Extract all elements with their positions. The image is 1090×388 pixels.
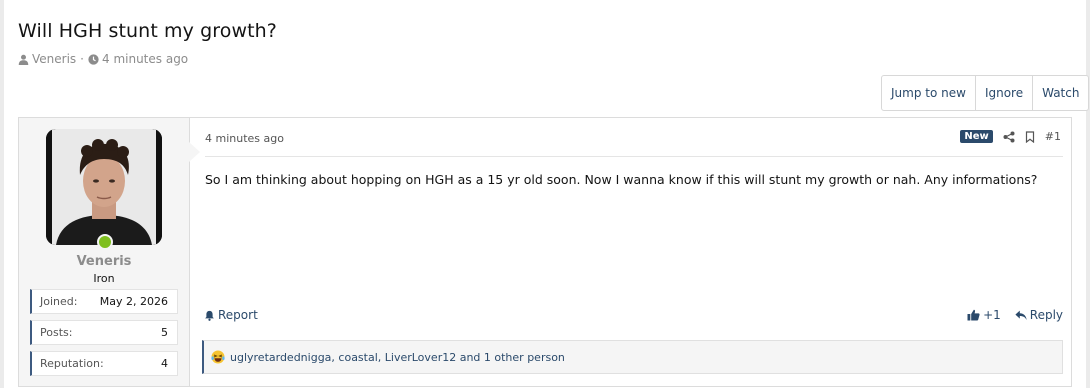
jump-to-new-button[interactable]: Jump to new — [882, 76, 976, 110]
post-content: 4 minutes ago New #1 So I am thinking ab… — [190, 118, 1071, 386]
watch-button[interactable]: Watch — [1033, 76, 1088, 110]
like-button[interactable]: +1 — [967, 308, 1001, 322]
stat-posts: Posts: 5 — [30, 320, 178, 345]
stat-label: Joined: — [40, 295, 78, 308]
post: Veneris Iron Joined: May 2, 2026 Posts: … — [18, 117, 1072, 387]
stat-value: May 2, 2026 — [99, 295, 168, 308]
user-icon — [18, 54, 29, 65]
stat-label: Reputation: — [40, 357, 104, 370]
bookmark-icon[interactable] — [1025, 130, 1035, 143]
post-message: So I am thinking about hopping on HGH as… — [205, 172, 1038, 187]
stat-label: Posts: — [40, 326, 73, 339]
post-header-actions: New #1 — [960, 130, 1061, 143]
thumbs-up-icon — [967, 309, 980, 321]
thread-meta: Veneris · 4 minutes ago — [18, 52, 188, 66]
thread-age[interactable]: 4 minutes ago — [102, 52, 188, 66]
clock-icon — [88, 53, 99, 65]
report-label: Report — [218, 308, 258, 322]
post-number-link[interactable]: #1 — [1045, 130, 1061, 143]
bell-icon — [205, 310, 214, 321]
ignore-button[interactable]: Ignore — [976, 76, 1034, 110]
reactions-list[interactable]: uglyretardednigga, coastal, LiverLover12… — [230, 351, 565, 364]
stat-value: 4 — [161, 357, 168, 370]
post-header-divider — [205, 156, 1063, 157]
reply-button[interactable]: Reply — [1015, 308, 1063, 322]
avatar-image — [46, 129, 162, 245]
laughing-emoji-icon — [211, 350, 225, 364]
stat-value[interactable]: 5 — [161, 326, 168, 339]
share-icon[interactable] — [1003, 131, 1015, 143]
thread-title: Will HGH stunt my growth? — [18, 20, 277, 42]
thread-action-buttons: Jump to new Ignore Watch — [881, 75, 1090, 111]
meta-separator: · — [80, 52, 84, 66]
page: Will HGH stunt my growth? Veneris · 4 mi… — [4, 0, 1090, 388]
reply-label: Reply — [1029, 308, 1063, 322]
thread-author-link[interactable]: Veneris — [32, 52, 76, 66]
stat-reputation: Reputation: 4 — [30, 351, 178, 376]
user-rank-title: Iron — [93, 272, 115, 285]
report-link[interactable]: Report — [204, 308, 258, 322]
stat-joined: Joined: May 2, 2026 — [30, 289, 178, 314]
online-status-dot — [97, 234, 113, 250]
user-stats: Joined: May 2, 2026 Posts: 5 Reputation:… — [30, 289, 178, 382]
post-user-column: Veneris Iron Joined: May 2, 2026 Posts: … — [19, 118, 190, 386]
reply-icon — [1015, 310, 1027, 320]
post-username[interactable]: Veneris — [19, 254, 189, 269]
like-count: +1 — [983, 308, 1001, 322]
post-date[interactable]: 4 minutes ago — [205, 132, 284, 145]
post-footer-actions: +1 Reply — [967, 308, 1063, 322]
reactions-bar[interactable]: uglyretardednigga, coastal, LiverLover12… — [202, 340, 1063, 374]
avatar[interactable] — [46, 129, 162, 245]
new-badge: New — [960, 130, 993, 143]
